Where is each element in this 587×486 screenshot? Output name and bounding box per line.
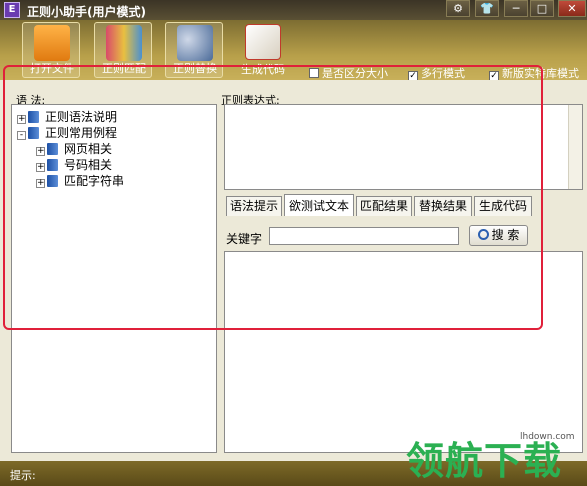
status-text: 提示: <box>10 469 36 482</box>
maximize-icon: □ <box>536 2 548 15</box>
maximize-button[interactable]: □ <box>530 0 554 17</box>
watermark-url: lhdown.com <box>520 432 575 442</box>
close-button[interactable]: ✕ <box>558 0 586 17</box>
binoculars-icon <box>177 25 213 61</box>
app-icon: E <box>4 2 20 18</box>
skin-button[interactable]: 👕 <box>475 0 499 17</box>
window-title: 正则小助手(用户模式) <box>27 5 146 19</box>
close-icon: ✕ <box>567 2 577 15</box>
notepad-icon <box>245 24 281 60</box>
folder-icon <box>34 25 70 61</box>
regex-scrollbar[interactable] <box>568 105 582 189</box>
books-icon <box>106 25 142 61</box>
highlight-frame <box>3 65 543 330</box>
shirt-icon: 👕 <box>480 2 494 15</box>
gear-icon: ⚙ <box>453 2 463 15</box>
minimize-icon: ─ <box>512 2 520 15</box>
minimize-button[interactable]: ─ <box>504 0 528 17</box>
settings-button[interactable]: ⚙ <box>446 0 470 17</box>
title-bar: E 正则小助手(用户模式) ⚙ 👕 ─ □ ✕ <box>0 0 587 20</box>
